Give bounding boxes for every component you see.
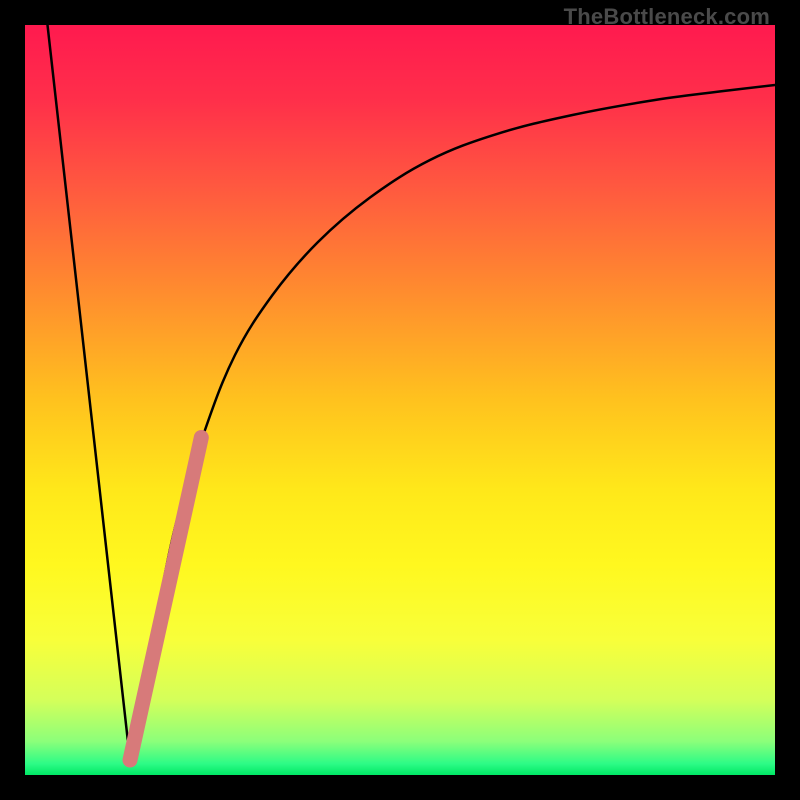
highlight-segment (130, 438, 201, 761)
plot-area (25, 25, 775, 775)
chart-frame: TheBottleneck.com (0, 0, 800, 800)
curve-layer (25, 25, 775, 775)
